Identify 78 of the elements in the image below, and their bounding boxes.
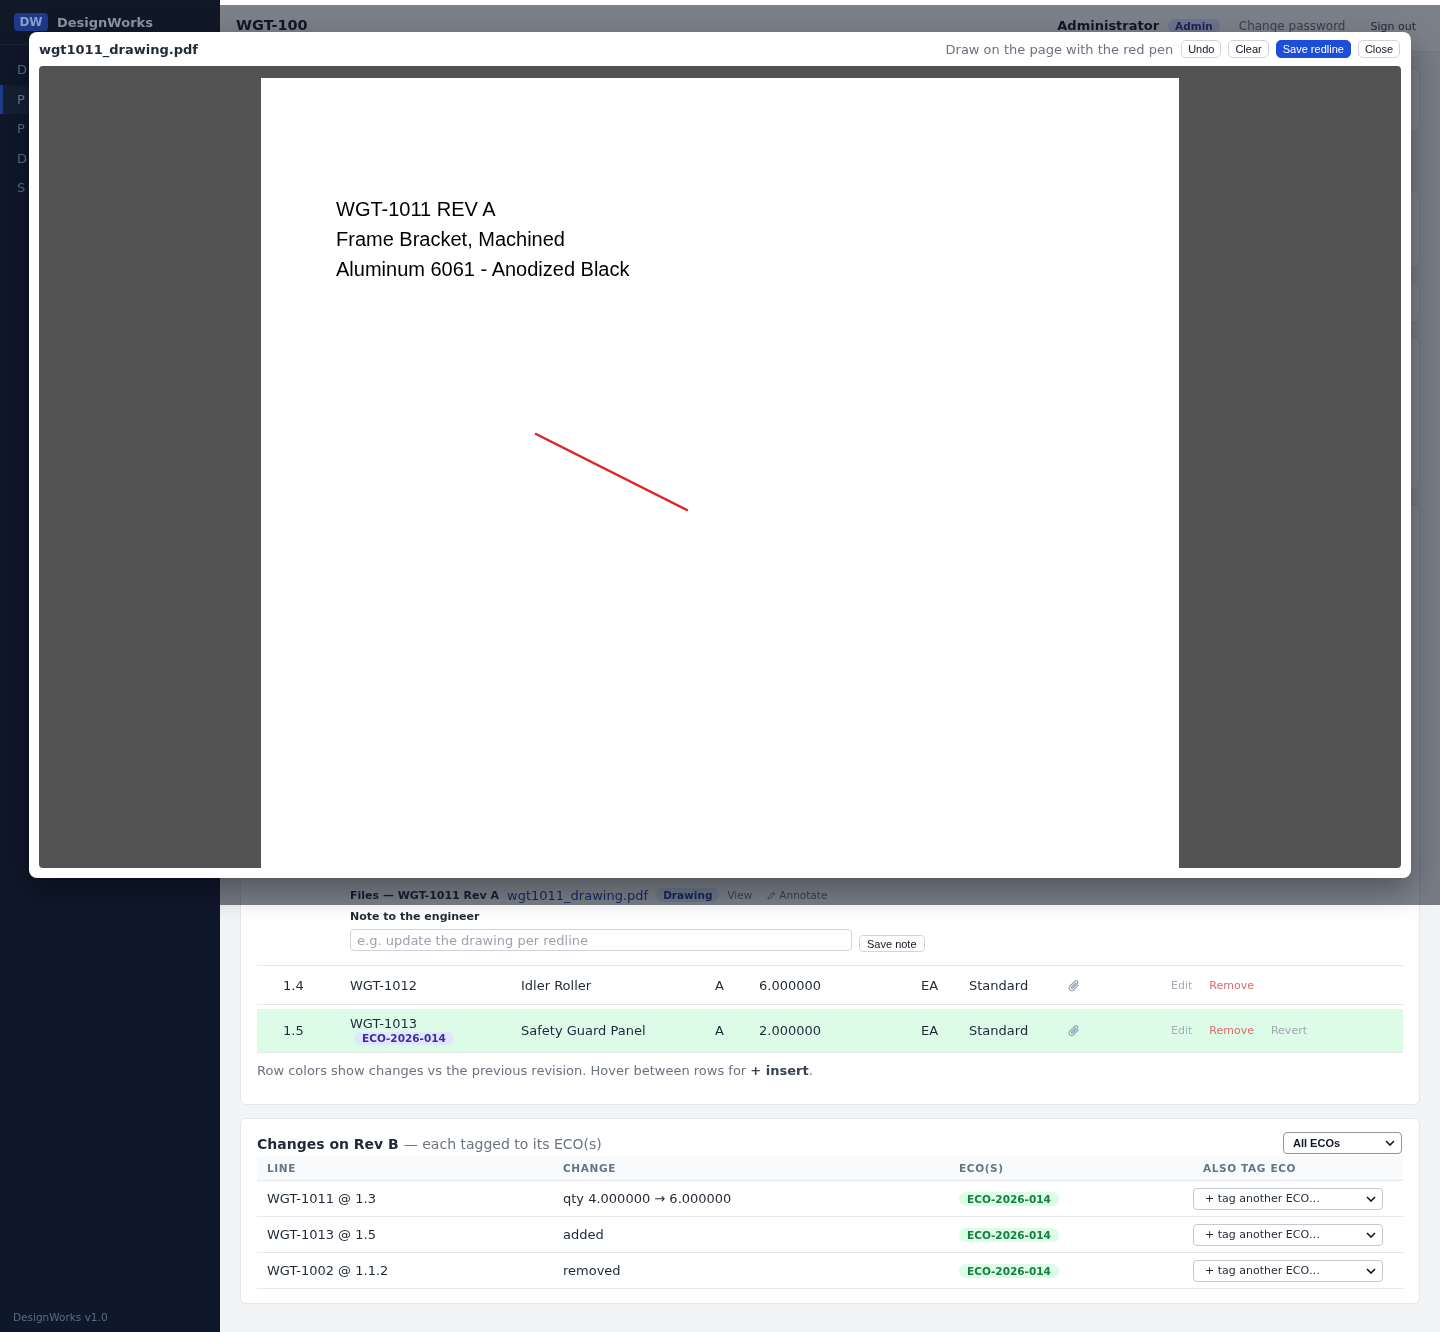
toolbar-button[interactable]: Close xyxy=(1357,40,1400,58)
toolbar-button[interactable]: Undo xyxy=(1181,40,1222,58)
user-name: Administrator xyxy=(1057,18,1160,33)
line-reference: WGT-1002 @ 1.1.2 xyxy=(267,1263,389,1278)
column-header: CHANGE xyxy=(562,1162,617,1174)
quantity: 6.000000 xyxy=(759,977,822,993)
revision: A xyxy=(715,1023,724,1038)
eco-tag-select[interactable]: + tag another ECO… xyxy=(1193,1259,1383,1282)
chevron-down-icon xyxy=(1366,1195,1376,1202)
version-label: DesignWorks v1.0 xyxy=(12,1310,109,1325)
eco-tag-select[interactable]: + tag another ECO… xyxy=(1193,1223,1383,1246)
sidebar-item[interactable]: P xyxy=(0,84,29,114)
revision: A xyxy=(715,977,724,993)
document-line: WGT-1011 REV A xyxy=(336,197,496,222)
legend-caption: Row colors show changes vs the previous revision. Hover between rows for + insert. xyxy=(257,1062,813,1080)
app-name: DesignWorks xyxy=(57,14,153,30)
eco-badge: ECO-2026-014 xyxy=(959,1227,1059,1242)
edit-link[interactable]: Edit xyxy=(1171,1024,1193,1037)
chevron-down-icon xyxy=(1366,1231,1376,1238)
remove-link[interactable]: Remove xyxy=(1209,978,1254,992)
document-line: Frame Bracket, Machined xyxy=(336,227,565,252)
line-number: 1.5 xyxy=(283,1023,304,1038)
page-title: WGT-100 xyxy=(236,16,308,33)
column-header: ALSO TAG ECO xyxy=(1202,1162,1298,1174)
change-description: added xyxy=(563,1227,604,1242)
files-heading: Files — WGT-1011 Rev A xyxy=(350,888,500,902)
eco-badge: ECO-2026-014 xyxy=(959,1263,1059,1278)
annotate-link[interactable]: Annotate xyxy=(767,889,828,901)
note-label: Note to the engineer xyxy=(350,910,480,924)
unit: EA xyxy=(921,1023,939,1038)
toolbar-button[interactable]: Save redline xyxy=(1275,40,1351,58)
document-page[interactable]: WGT-1011 REV A Frame Bracket, Machined Aluminum 6061 - Anodized Black xyxy=(261,78,1179,868)
line-reference: WGT-1013 @ 1.5 xyxy=(267,1227,376,1242)
part-type: Standard xyxy=(969,1023,1029,1038)
sidebar-item[interactable]: P xyxy=(0,114,29,144)
change-description: qty 4.000000 → 6.000000 xyxy=(563,1191,732,1206)
note-input[interactable]: e.g. update the drawing per redline xyxy=(350,929,852,951)
view-link[interactable]: View xyxy=(727,889,753,901)
file-link[interactable]: wgt1011_drawing.pdf xyxy=(507,887,649,903)
pen-hint: Draw on the page with the red pen xyxy=(945,41,1174,57)
header-link[interactable]: Sign out xyxy=(1370,20,1416,33)
pencil-icon xyxy=(767,890,777,900)
section-title: Changes on Rev B xyxy=(257,1135,399,1152)
revert-link[interactable]: Revert xyxy=(1270,1024,1307,1037)
remove-link[interactable]: Remove xyxy=(1209,1024,1254,1037)
edit-link[interactable]: Edit xyxy=(1171,978,1193,992)
chevron-down-icon xyxy=(1385,1140,1395,1146)
save-note-button[interactable]: Save note xyxy=(859,935,925,952)
column-header: ECO(S) xyxy=(958,1162,1005,1174)
eco-badge: ECO-2026-014 xyxy=(959,1191,1059,1206)
line-reference: WGT-1011 @ 1.3 xyxy=(267,1191,376,1206)
section-subtitle: — each tagged to its ECO(s) xyxy=(403,1135,602,1152)
quantity: 2.000000 xyxy=(759,1023,822,1038)
chevron-down-icon xyxy=(1366,1267,1376,1274)
sidebar-item[interactable]: S xyxy=(0,173,29,203)
toolbar-button[interactable]: Clear xyxy=(1228,40,1269,58)
file-type-badge: Drawing xyxy=(656,888,720,902)
part-description: Idler Roller xyxy=(521,977,592,993)
change-description: removed xyxy=(563,1263,621,1278)
unit: EA xyxy=(921,977,939,993)
role-badge: Admin xyxy=(1168,18,1220,33)
logo-badge: DW xyxy=(14,13,48,31)
sidebar-item[interactable]: D xyxy=(0,55,29,85)
part-number: WGT-1013 xyxy=(350,1016,417,1031)
sidebar-item[interactable]: D xyxy=(0,143,29,173)
part-description: Safety Guard Panel xyxy=(521,1023,646,1038)
paperclip-icon[interactable] xyxy=(1068,1024,1080,1037)
modal-title: wgt1011_drawing.pdf xyxy=(39,41,198,57)
eco-tag-select[interactable]: + tag another ECO… xyxy=(1193,1187,1383,1210)
eco-filter-select[interactable]: All ECOs xyxy=(1283,1132,1402,1154)
part-number: WGT-1012 xyxy=(350,977,417,993)
line-number: 1.4 xyxy=(283,977,304,993)
eco-badge: ECO-2026-014 xyxy=(354,1032,454,1045)
paperclip-icon[interactable] xyxy=(1068,978,1080,992)
header-link[interactable]: Change password xyxy=(1238,18,1346,33)
document-line: Aluminum 6061 - Anodized Black xyxy=(336,257,630,282)
column-header: LINE xyxy=(266,1162,298,1174)
part-type: Standard xyxy=(969,977,1029,993)
